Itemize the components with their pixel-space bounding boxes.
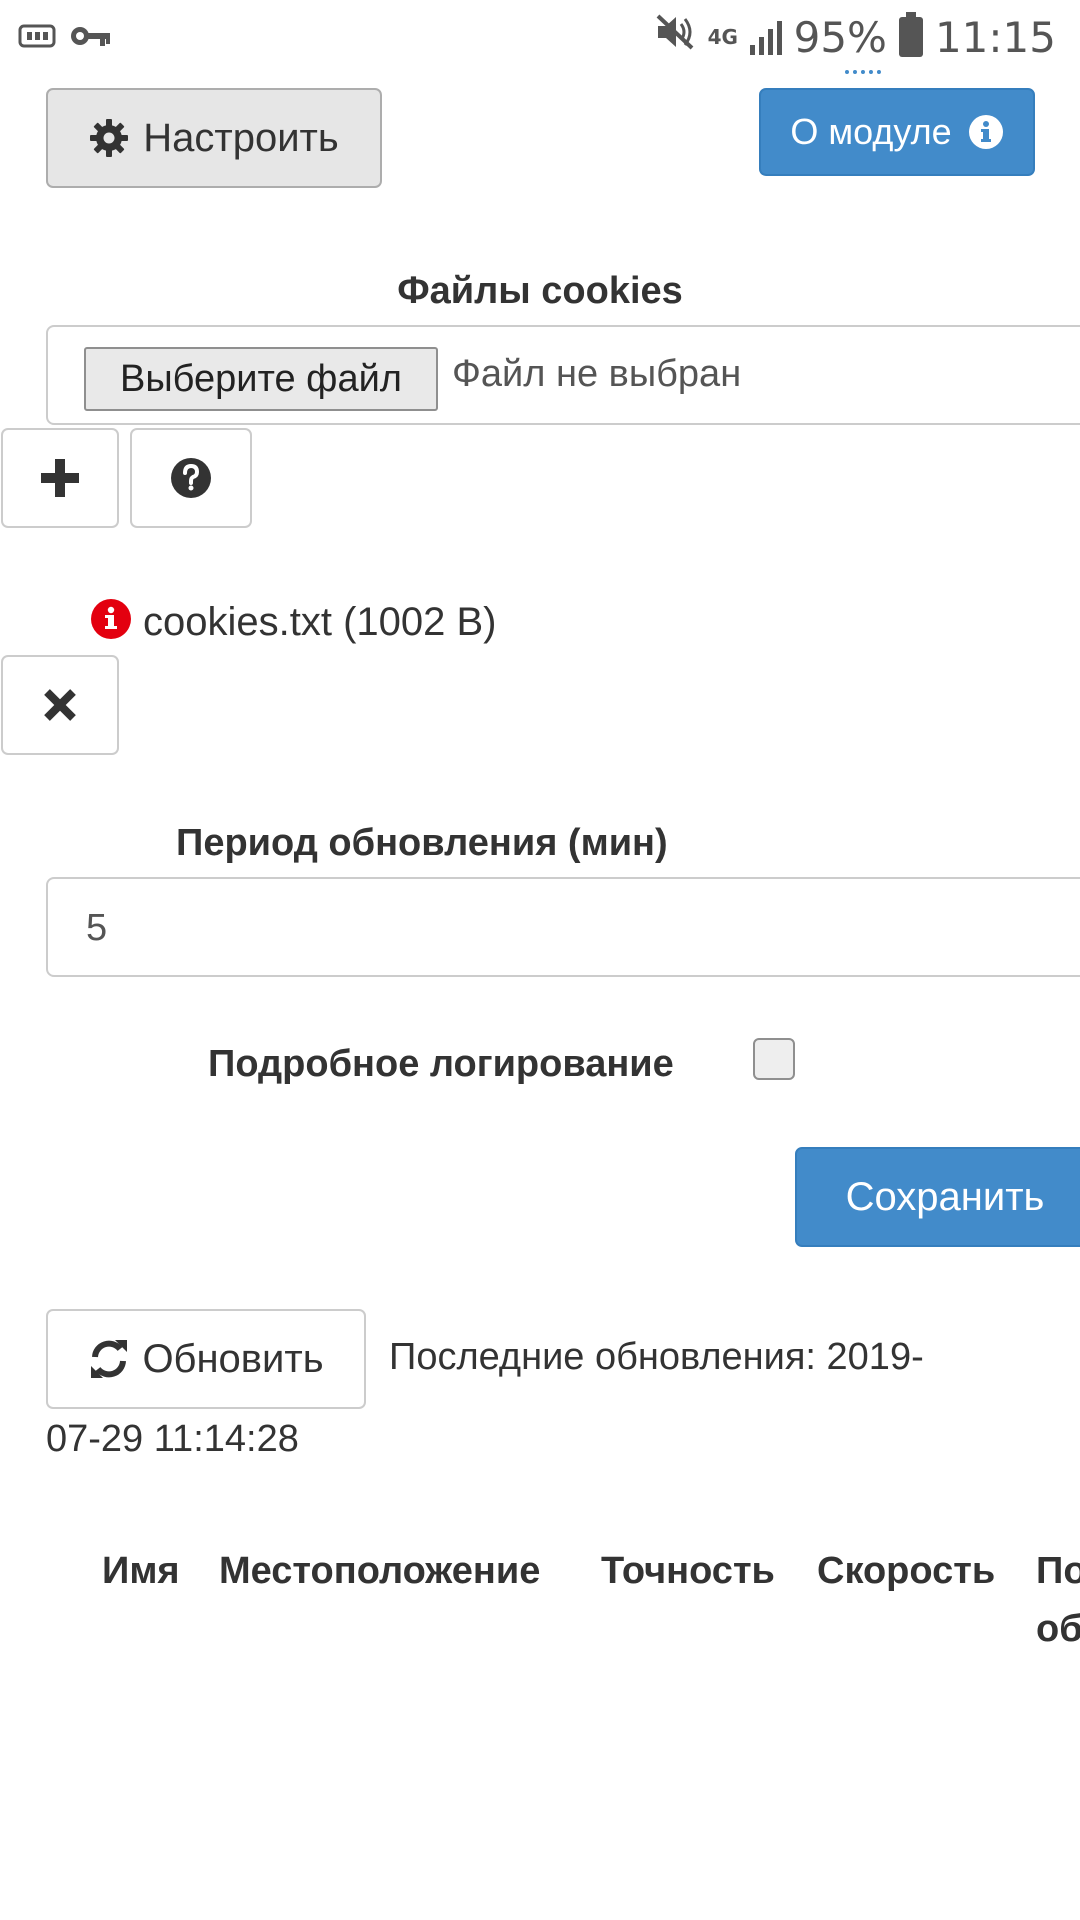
question-circle-icon bbox=[170, 457, 212, 499]
update-period-value: 5 bbox=[86, 907, 108, 949]
about-module-button[interactable]: О модуле bbox=[759, 88, 1035, 176]
cookies-file-input[interactable]: Выберите файл Файл не выбран bbox=[46, 325, 1080, 425]
battery-icon bbox=[898, 12, 923, 57]
add-button[interactable] bbox=[1, 428, 119, 528]
update-period-label: Период обновления (мин) bbox=[176, 822, 668, 864]
last-update-text-line2: 07-29 11:14:28 bbox=[46, 1418, 299, 1460]
remove-file-button[interactable] bbox=[1, 655, 119, 755]
choose-file-button[interactable]: Выберите файл bbox=[84, 347, 438, 411]
column-header-speed: Скорость bbox=[817, 1550, 996, 1592]
configure-button[interactable]: Настроить bbox=[46, 88, 382, 188]
save-label: Сохранить bbox=[845, 1174, 1045, 1219]
network-type: 4G bbox=[707, 25, 738, 49]
column-header-location: Местоположение bbox=[219, 1550, 541, 1592]
last-update-text-line1: Последние обновления: 2019- bbox=[389, 1336, 924, 1378]
cut-off-link-fragment bbox=[845, 66, 881, 74]
signal-icon bbox=[749, 19, 782, 55]
refresh-label: Обновить bbox=[142, 1336, 324, 1381]
about-label: О модуле bbox=[790, 111, 952, 152]
file-error-icon bbox=[90, 598, 132, 640]
info-icon bbox=[968, 114, 1004, 150]
cookies-label: Файлы cookies bbox=[397, 270, 683, 312]
plus-icon bbox=[40, 458, 80, 498]
close-icon bbox=[42, 687, 78, 723]
verbose-logging-label: Подробное логирование bbox=[208, 1043, 674, 1085]
refresh-icon bbox=[88, 1338, 130, 1380]
update-period-input[interactable]: 5 bbox=[46, 877, 1080, 977]
column-header-accuracy: Точность bbox=[601, 1550, 775, 1592]
column-header-name: Имя bbox=[102, 1550, 180, 1592]
column-header-last-update-line2: об bbox=[1036, 1608, 1080, 1650]
battery-percent: 95% bbox=[793, 12, 887, 62]
sd-card-icon bbox=[18, 24, 56, 53]
refresh-button[interactable]: Обновить bbox=[46, 1309, 366, 1409]
mute-icon bbox=[654, 12, 696, 62]
save-button[interactable]: Сохранить bbox=[795, 1147, 1080, 1247]
choose-file-label: Выберите файл bbox=[120, 357, 402, 400]
status-bar: 4G 95% 11:15 bbox=[0, 0, 1080, 72]
verbose-logging-checkbox[interactable] bbox=[753, 1038, 795, 1080]
clock: 11:15 bbox=[934, 12, 1056, 62]
gear-icon bbox=[89, 118, 129, 158]
configure-label: Настроить bbox=[143, 115, 339, 160]
devices-table-header: Имя Местоположение Точность Скорость По … bbox=[0, 1550, 1080, 1670]
uploaded-file-name: cookies.txt (1002 B) bbox=[143, 600, 497, 644]
no-file-chosen-text: Файл не выбран bbox=[452, 353, 742, 395]
help-button[interactable] bbox=[130, 428, 252, 528]
column-header-last-update-line1: По bbox=[1036, 1550, 1080, 1592]
key-icon bbox=[70, 22, 112, 55]
